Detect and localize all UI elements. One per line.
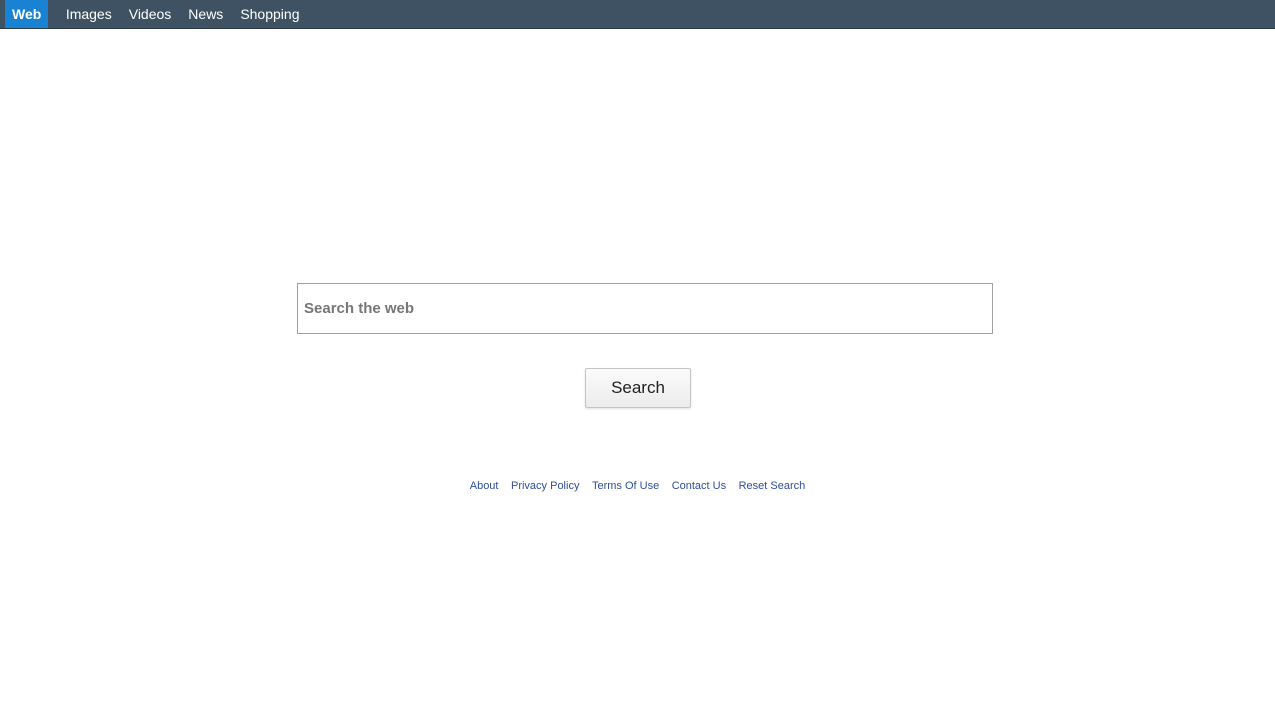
tab-news[interactable]: News: [180, 0, 232, 28]
top-nav-bar: Web Images Videos News Shopping: [0, 0, 1275, 29]
footer-link-contact-us[interactable]: Contact Us: [672, 480, 726, 492]
tab-videos[interactable]: Videos: [120, 0, 180, 28]
footer-links: About Privacy Policy Terms Of Use Contac…: [0, 480, 1275, 492]
footer-link-terms-of-use[interactable]: Terms Of Use: [592, 480, 659, 492]
tab-images[interactable]: Images: [57, 0, 120, 28]
search-button[interactable]: Search: [585, 368, 691, 408]
footer-link-about[interactable]: About: [470, 480, 499, 492]
footer-link-privacy-policy[interactable]: Privacy Policy: [511, 480, 579, 492]
tab-shopping[interactable]: Shopping: [232, 0, 308, 28]
search-input[interactable]: [297, 283, 993, 334]
tab-web[interactable]: Web: [5, 0, 49, 28]
footer-link-reset-search[interactable]: Reset Search: [739, 480, 806, 492]
